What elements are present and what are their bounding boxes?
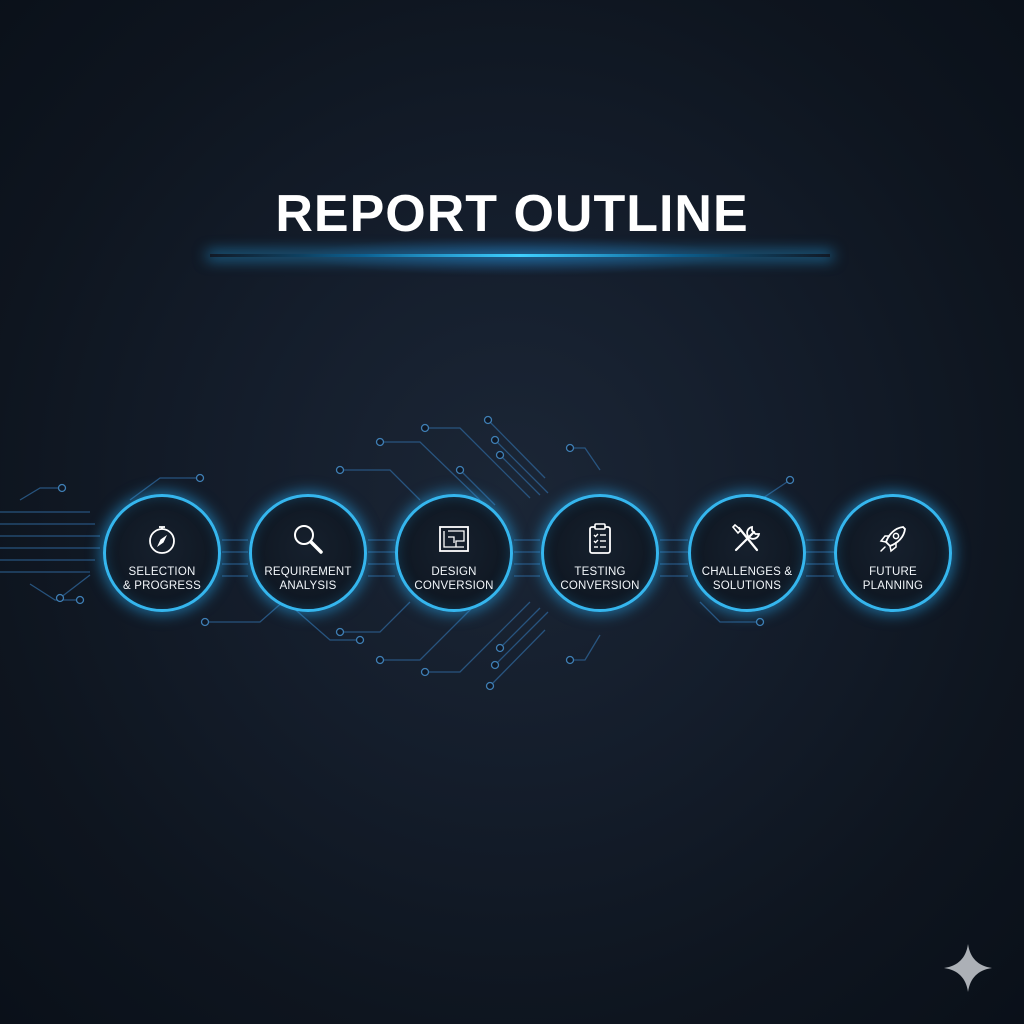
step-selection-progress: SELECTION & PROGRESS [103, 494, 221, 612]
step-label-line1: DESIGN [431, 566, 477, 578]
step-label: CHALLENGES & SOLUTIONS [691, 565, 803, 593]
step-label-line1: TESTING [574, 566, 626, 578]
step-design-conversion: DESIGN CONVERSION [395, 494, 513, 612]
step-label-line2: PLANNING [862, 580, 924, 592]
clipboard-checklist-icon [589, 523, 611, 554]
step-label: FUTURE PLANNING [837, 565, 949, 593]
compass-icon [149, 526, 175, 554]
step-label: TESTING CONVERSION [544, 565, 656, 593]
magnifier-icon [294, 525, 323, 554]
sparkle-icon [944, 944, 992, 992]
wrench-screwdriver-icon [731, 523, 761, 552]
step-requirement-analysis: REQUIREMENT ANALYSIS [249, 494, 367, 612]
step-label-line2: ANALYSIS [279, 580, 337, 592]
step-label: SELECTION & PROGRESS [106, 565, 218, 593]
step-label-line2: SOLUTIONS [712, 580, 782, 592]
rocket-icon [879, 526, 906, 553]
step-label-line1: REQUIREMENT [264, 566, 352, 578]
step-testing-conversion: TESTING CONVERSION [541, 494, 659, 612]
step-label-line1: CHALLENGES & [701, 566, 793, 578]
step-label: REQUIREMENT ANALYSIS [252, 565, 364, 593]
step-challenges-solutions: CHALLENGES & SOLUTIONS [688, 494, 806, 612]
step-label-line2: CONVERSION [560, 580, 640, 592]
step-label-line2: CONVERSION [414, 580, 494, 592]
step-future-planning: FUTURE PLANNING [834, 494, 952, 612]
blueprint-icon [439, 526, 469, 552]
step-label-line1: SELECTION [128, 566, 196, 578]
step-label-line2: & PROGRESS [122, 580, 202, 592]
slide: REPORT OUTLINE SELECTION & PROGRESS REQU… [0, 0, 1024, 1024]
step-label: DESIGN CONVERSION [398, 565, 510, 593]
step-label-line1: FUTURE [869, 566, 917, 578]
